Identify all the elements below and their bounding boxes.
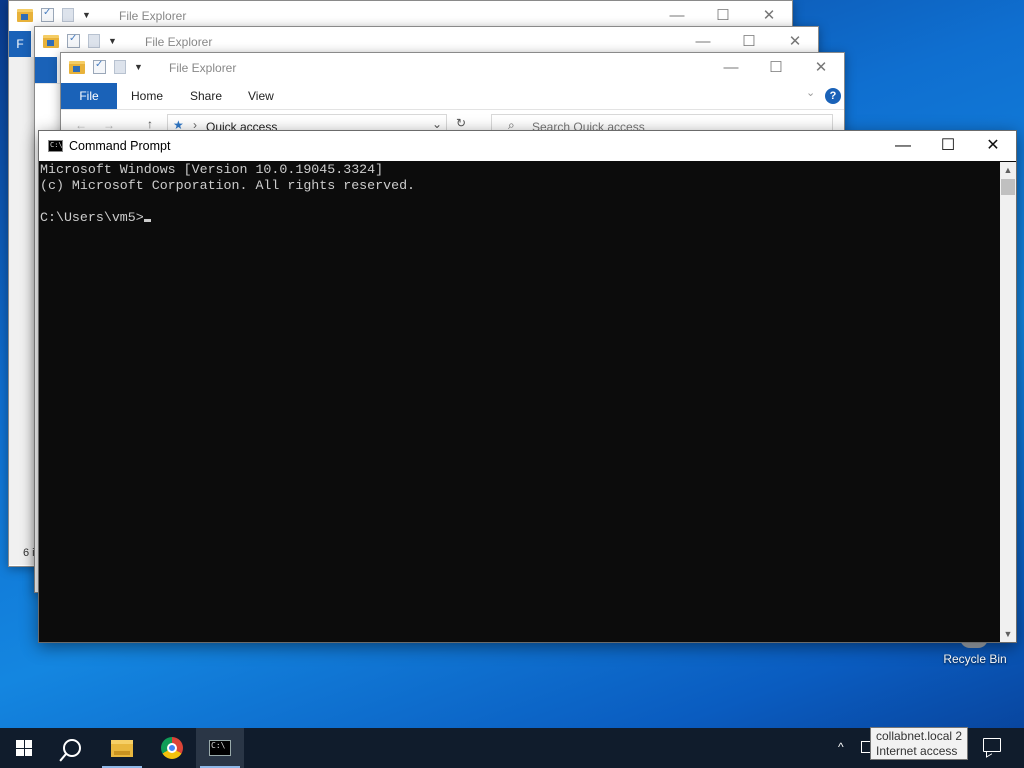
window-title: File Explorer — [145, 35, 213, 49]
text-cursor — [143, 219, 151, 222]
search-button[interactable] — [48, 728, 96, 768]
recycle-bin-label[interactable]: Recycle Bin — [936, 652, 1014, 666]
customize-quick-access-icon[interactable]: ▼ — [108, 36, 117, 46]
up-icon[interactable]: ↑ — [147, 117, 153, 131]
taskbar-chrome[interactable] — [148, 728, 196, 768]
help-icon[interactable]: ? — [825, 88, 841, 104]
taskbar-file-explorer[interactable] — [98, 728, 146, 768]
start-button[interactable] — [0, 728, 48, 768]
title-bar[interactable]: C:\ Command Prompt — ☐ ✕ — [39, 131, 1016, 161]
tooltip-network-name: collabnet.local 2 — [876, 729, 963, 743]
close-button[interactable]: ✕ — [970, 131, 1016, 161]
search-icon — [63, 739, 81, 757]
address-dropdown-icon[interactable]: ⌄ — [432, 117, 442, 131]
refresh-icon[interactable]: ↻ — [456, 116, 466, 130]
maximize-button[interactable]: ☐ — [925, 131, 971, 161]
console-line: Microsoft Windows [Version 10.0.19045.33… — [40, 162, 384, 177]
scroll-down-icon[interactable]: ▼ — [1000, 626, 1016, 642]
scrollbar-thumb[interactable] — [1001, 179, 1015, 195]
show-hidden-icons-button[interactable]: ^ — [838, 740, 844, 754]
ribbon-tab-view[interactable]: View — [248, 83, 274, 109]
window-title: File Explorer — [119, 9, 187, 23]
scroll-up-icon[interactable]: ▲ — [1000, 162, 1016, 178]
ribbon-tab-home[interactable]: Home — [131, 83, 163, 109]
new-folder-icon[interactable] — [114, 60, 126, 74]
properties-icon[interactable] — [93, 59, 106, 74]
console-output[interactable]: Microsoft Windows [Version 10.0.19045.33… — [39, 162, 1000, 642]
new-folder-icon[interactable] — [88, 34, 100, 48]
chrome-icon — [161, 737, 183, 759]
folder-icon — [17, 8, 33, 22]
file-explorer-icon — [111, 739, 133, 757]
properties-icon[interactable] — [67, 33, 80, 48]
new-folder-icon[interactable] — [62, 8, 74, 22]
folder-icon — [69, 60, 85, 74]
properties-icon[interactable] — [41, 7, 54, 22]
customize-quick-access-icon[interactable]: ▼ — [82, 10, 91, 20]
close-button[interactable]: ✕ — [798, 53, 844, 83]
title-bar[interactable]: ▼ File Explorer — ☐ ✕ — [61, 53, 844, 83]
ribbon-file-tab[interactable] — [35, 57, 57, 83]
console-prompt: C:\Users\vm5> — [40, 210, 144, 225]
vertical-scrollbar[interactable]: ▲ ▼ — [1000, 162, 1016, 642]
windows-logo-icon — [16, 740, 32, 756]
taskbar-command-prompt[interactable]: C:\ — [196, 728, 244, 768]
customize-quick-access-icon[interactable]: ▼ — [134, 62, 143, 72]
ribbon-file-tab[interactable]: F — [9, 31, 31, 57]
command-prompt-icon: C:\ — [209, 740, 231, 756]
minimize-button[interactable]: — — [880, 131, 926, 161]
ribbon: File Home Share View ⌄ ? — [61, 83, 844, 110]
status-bar-item-count: 6 i — [23, 547, 35, 559]
console-line: (c) Microsoft Corporation. All rights re… — [40, 178, 416, 193]
network-tooltip: collabnet.local 2 Internet access — [870, 727, 968, 760]
maximize-button[interactable]: ☐ — [753, 53, 799, 83]
action-center-icon[interactable] — [983, 738, 1001, 752]
ribbon-file-tab[interactable]: File — [61, 83, 117, 109]
tooltip-network-status: Internet access — [876, 744, 958, 758]
navigation-pane[interactable] — [9, 57, 35, 565]
command-prompt-icon: C:\ — [48, 140, 63, 152]
minimize-button[interactable]: — — [708, 53, 754, 83]
ribbon-tab-share[interactable]: Share — [190, 83, 222, 109]
window-title: Command Prompt — [69, 139, 171, 153]
folder-icon — [43, 34, 59, 48]
window-title: File Explorer — [169, 61, 237, 75]
expand-ribbon-icon[interactable]: ⌄ — [806, 86, 815, 99]
command-prompt-window[interactable]: C:\ Command Prompt — ☐ ✕ Microsoft Windo… — [38, 130, 1017, 643]
